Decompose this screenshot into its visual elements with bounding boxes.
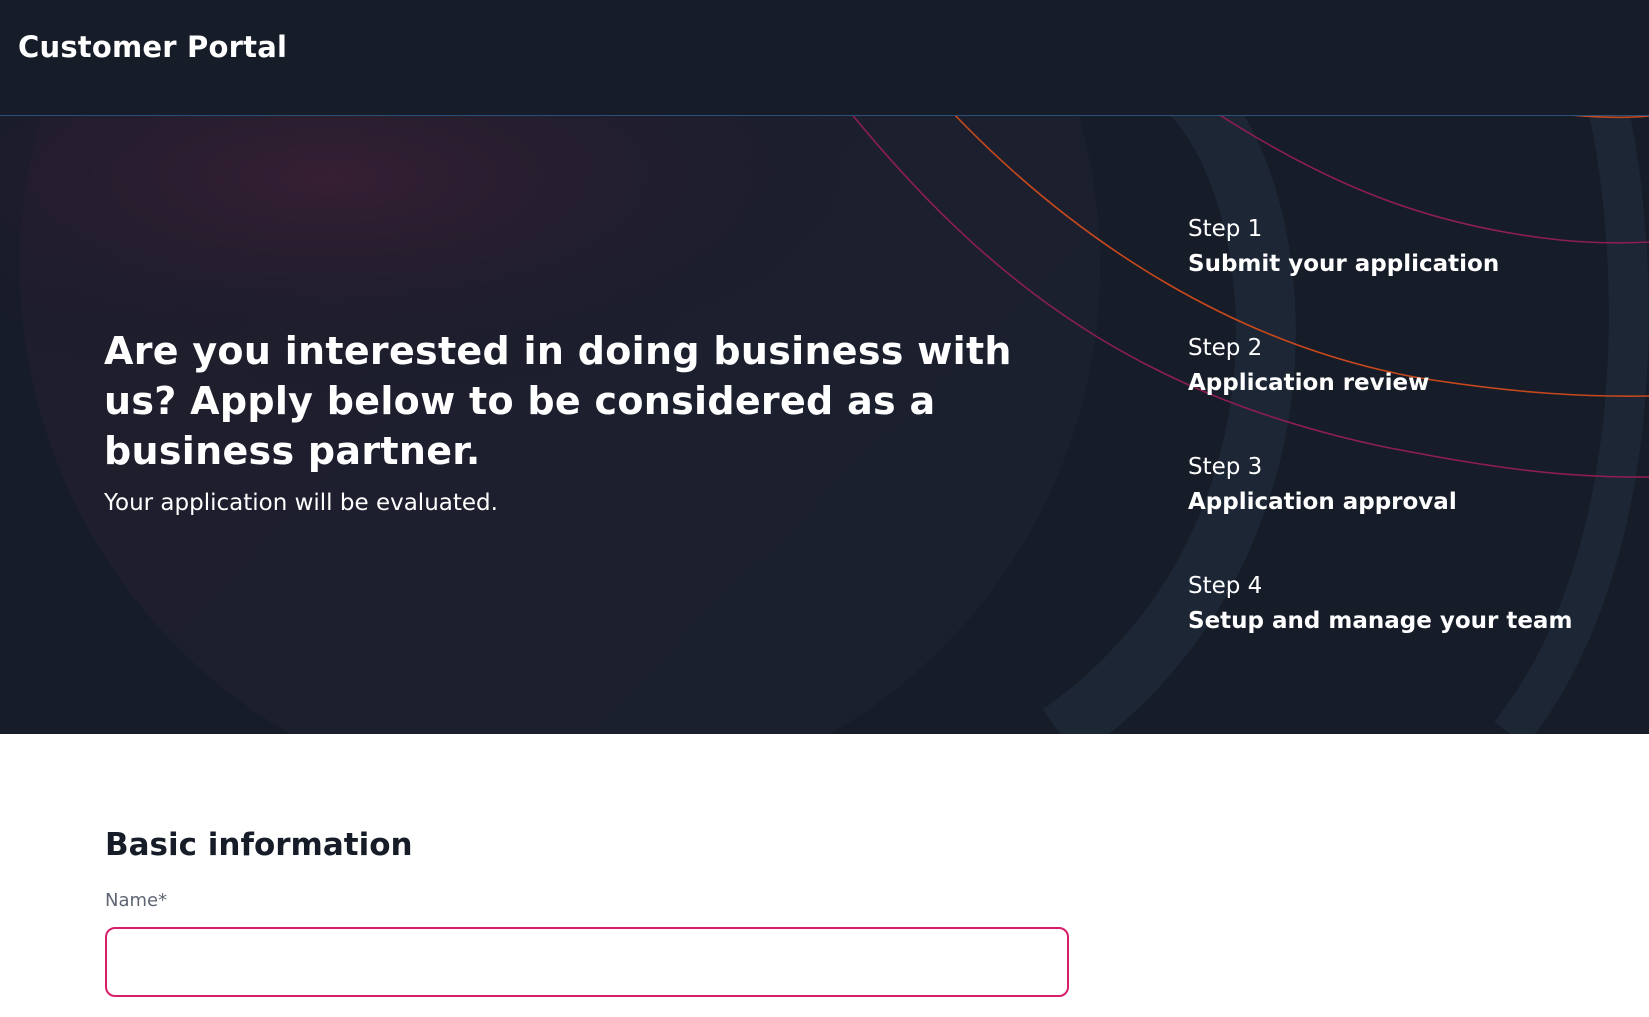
name-input[interactable] bbox=[105, 927, 1069, 997]
step-4-title: Setup and manage your team bbox=[1188, 608, 1573, 634]
hero-subheading: Your application will be evaluated. bbox=[104, 490, 498, 516]
step-4: Step 4 Setup and manage your team bbox=[1188, 569, 1628, 688]
step-1-title: Submit your application bbox=[1188, 251, 1500, 277]
steps-list: Step 1 Submit your application Step 2 Ap… bbox=[1188, 212, 1628, 688]
section-title-basic-information: Basic information bbox=[105, 827, 413, 863]
hero-banner: Are you interested in doing business wit… bbox=[0, 116, 1649, 734]
step-1-label: Step 1 bbox=[1188, 216, 1263, 242]
step-3-label: Step 3 bbox=[1188, 454, 1263, 480]
app-title[interactable]: Customer Portal bbox=[18, 30, 287, 64]
step-2: Step 2 Application review bbox=[1188, 331, 1628, 450]
step-2-title: Application review bbox=[1188, 370, 1430, 396]
hero-heading: Are you interested in doing business wit… bbox=[104, 329, 1012, 473]
step-3: Step 3 Application approval bbox=[1188, 450, 1628, 569]
step-2-label: Step 2 bbox=[1188, 335, 1263, 361]
step-4-label: Step 4 bbox=[1188, 573, 1263, 599]
step-3-title: Application approval bbox=[1188, 489, 1457, 515]
step-1: Step 1 Submit your application bbox=[1188, 212, 1628, 331]
top-bar: Customer Portal bbox=[0, 0, 1649, 116]
name-field-label: Name* bbox=[105, 890, 168, 911]
